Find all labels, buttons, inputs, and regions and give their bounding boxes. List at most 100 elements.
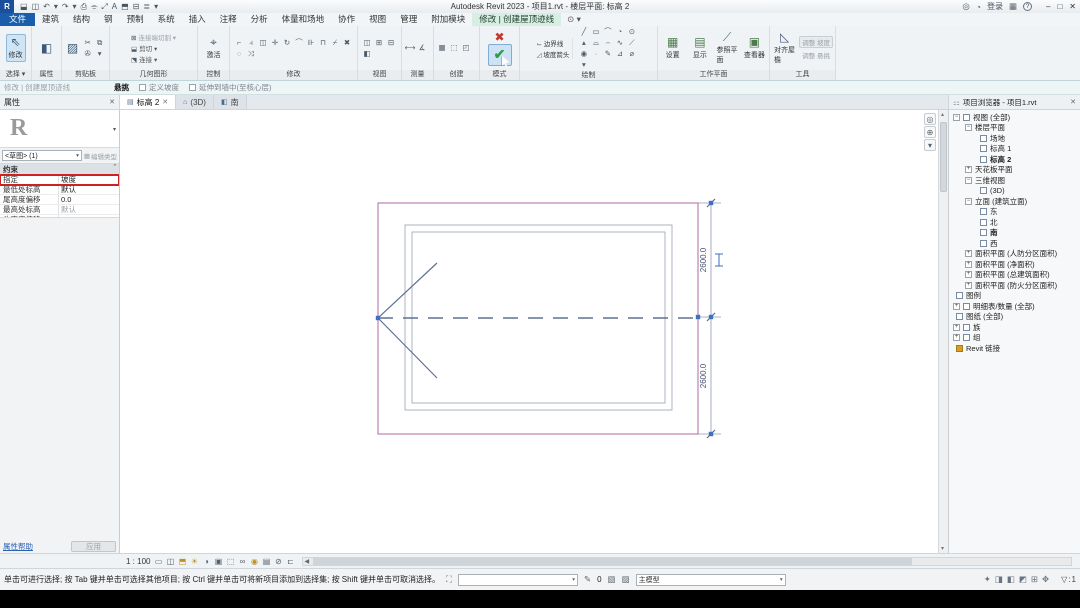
tree-expand-icon[interactable] [965,124,972,131]
tree-item-label[interactable]: 视图 (全部) [973,112,1010,123]
property-value[interactable]: 默认 [58,205,119,214]
view-scale[interactable]: 1 : 100 [126,557,150,566]
browser-tree-item[interactable]: 标高 1 [949,144,1080,155]
modify-tool-icon[interactable]: ✛ [270,38,281,48]
select-underlay-icon[interactable]: ◧ [1007,574,1015,585]
panel-create-label[interactable]: 创建 [434,70,479,80]
temporary-view-properties-icon[interactable]: ▤ [261,557,271,566]
tree-expand-icon[interactable] [965,177,972,184]
apply-button[interactable]: 应用 [71,541,116,552]
view-tab-level-2[interactable]: ▤ 标高 2 ✕ [120,95,176,109]
draw-tool-icon[interactable]: ▴ [578,38,589,48]
slope-arrow-head[interactable] [378,263,437,378]
browser-tree-item[interactable]: (3D) [949,186,1080,197]
browser-tree-item[interactable]: 标高 2 [949,154,1080,165]
tab-file[interactable]: 文件 [0,13,35,26]
steering-wheel-icon[interactable]: ◎ [924,113,936,125]
browser-tree-item[interactable]: 东 [949,207,1080,218]
tree-item-label[interactable]: 面积平面 (总建筑面积) [975,269,1050,280]
paste-button[interactable]: ▨ [65,41,80,56]
selection-filter[interactable]: ▽:1 [1061,575,1076,584]
help-icon[interactable]: ? [1023,2,1032,11]
properties-button[interactable]: ◧ [39,41,54,56]
browser-tree-item[interactable]: 图例 [949,291,1080,302]
modify-button[interactable]: ⇖修改 [6,34,26,62]
adjust-overhang-button[interactable]: 调整 悬挑 [799,50,833,60]
properties-close-icon[interactable]: ✕ [109,98,115,106]
cut-icon[interactable]: ✂ [82,38,93,48]
close-button[interactable]: ✕ [1069,2,1076,11]
text-icon[interactable]: A [112,0,117,13]
drag-on-selection-icon[interactable]: ✥ [1042,574,1049,585]
modify-tool-icon[interactable]: ⌐ [234,38,245,48]
property-value[interactable]: 坡度 [58,175,119,184]
modify-tool-icon[interactable]: ✖ [342,38,353,48]
draw-tool-icon[interactable]: ∿ [614,38,625,48]
select-links-icon[interactable]: ◨ [995,574,1003,585]
tree-expand-icon[interactable] [965,261,972,268]
scroll-down-icon[interactable]: ▾ [941,545,944,552]
adjust-slope-button[interactable]: 调整 坡度 [799,36,833,48]
draw-tool-icon[interactable]: ⊿ [614,49,625,59]
modify-tool-icon[interactable]: ⊓ [318,38,329,48]
scroll-left-icon[interactable]: ◀ [304,558,309,566]
browser-tree-item[interactable]: 楼层平面 [949,123,1080,134]
tab-view[interactable]: 视图 [362,13,393,26]
create-tool-icon[interactable]: ⬚ [449,43,460,53]
redo-dropdown-icon[interactable]: ▾ [73,0,77,13]
tab-annotate[interactable]: 注释 [213,13,244,26]
active-workset-icon[interactable]: ▧ [608,574,616,585]
viewer-button[interactable]: ▣查看器 [742,35,767,61]
tree-item-label[interactable]: 组 [973,332,981,343]
draw-tool-icon[interactable]: ▭ [590,27,601,37]
view-tool-icon[interactable]: ◧ [362,49,373,59]
search-icon[interactable]: ◎ [962,1,969,12]
tab-structure[interactable]: 结构 [66,13,97,26]
browser-tree-item[interactable]: 立面 (建筑立面) [949,196,1080,207]
measure-icon[interactable]: ⌯ [91,0,97,13]
panel-properties-label[interactable]: 属性 [32,70,61,80]
tab-systems[interactable]: 系统 [151,13,182,26]
tree-item-label[interactable]: 立面 (建筑立面) [975,196,1027,207]
thin-lines-icon[interactable]: ≣ [143,0,150,13]
measure-tool-icon[interactable]: ⟷ [405,43,416,53]
panel-view-label[interactable]: 视图 [358,70,401,80]
tree-item-label[interactable]: Revit 链接 [966,343,1000,354]
horizontal-scroll-thumb[interactable] [313,558,912,565]
detail-level-icon[interactable]: ◫ [165,557,175,566]
modify-tool-icon[interactable]: ⊪ [306,38,317,48]
extend-into-wall-checkbox[interactable]: 延伸到墙中(至核心层) [189,82,272,93]
gray-inactive-icon[interactable]: ▨ [622,574,630,585]
tree-expand-icon[interactable] [965,271,972,278]
draw-tool-icon[interactable]: ▾ [578,60,589,70]
geometry-tool[interactable]: ⊠连接端切割 ▾ [131,32,176,42]
modify-tool-icon[interactable]: ↻ [282,38,293,48]
tree-expand-icon[interactable] [965,198,972,205]
ref-plane-button[interactable]: ⟋参照平面 [715,30,740,66]
browser-tree-item[interactable]: 面积平面 (防火分区面积) [949,280,1080,291]
properties-panel-header[interactable]: 属性 ✕ [0,95,120,109]
browser-tree-item[interactable]: 视图 (全部) [949,112,1080,123]
tree-expand-icon[interactable] [953,324,960,331]
section-icon[interactable]: ⊟ [133,0,140,13]
draw-tool-icon[interactable]: ⌒ [602,27,613,37]
panel-workplane-label[interactable]: 工作平面 [658,70,769,80]
property-row[interactable]: 指定 坡度 [0,175,119,185]
tab-precast[interactable]: 预制 [120,13,151,26]
tab-modify-create-roof-footprint[interactable]: 修改 | 创建屋顶迹线 [472,13,561,26]
sun-path-icon[interactable]: ☀ [189,557,199,566]
tree-item-label[interactable]: 标高 1 [990,143,1011,154]
view-tool-icon[interactable]: ⊟ [386,38,397,48]
paste-dropdown-icon[interactable]: ▾ [94,49,105,59]
worksets-icon[interactable]: ⛶ [446,574,452,585]
tree-expand-icon[interactable] [965,282,972,289]
select-by-face-icon[interactable]: ⊞ [1031,574,1038,585]
modify-tool-icon[interactable]: ⌒ [294,38,305,48]
show-crop-icon[interactable]: ⬚ [225,557,235,566]
scroll-up-icon[interactable]: ▴ [941,111,944,118]
browser-tree-item[interactable]: 西 [949,238,1080,249]
browser-tree-item[interactable]: 面积平面 (总建筑面积) [949,270,1080,281]
draw-tool-icon[interactable]: ✎ [602,49,613,59]
tree-item-label[interactable]: 南 [990,227,998,238]
browser-tree-item[interactable]: 天花板平面 [949,165,1080,176]
